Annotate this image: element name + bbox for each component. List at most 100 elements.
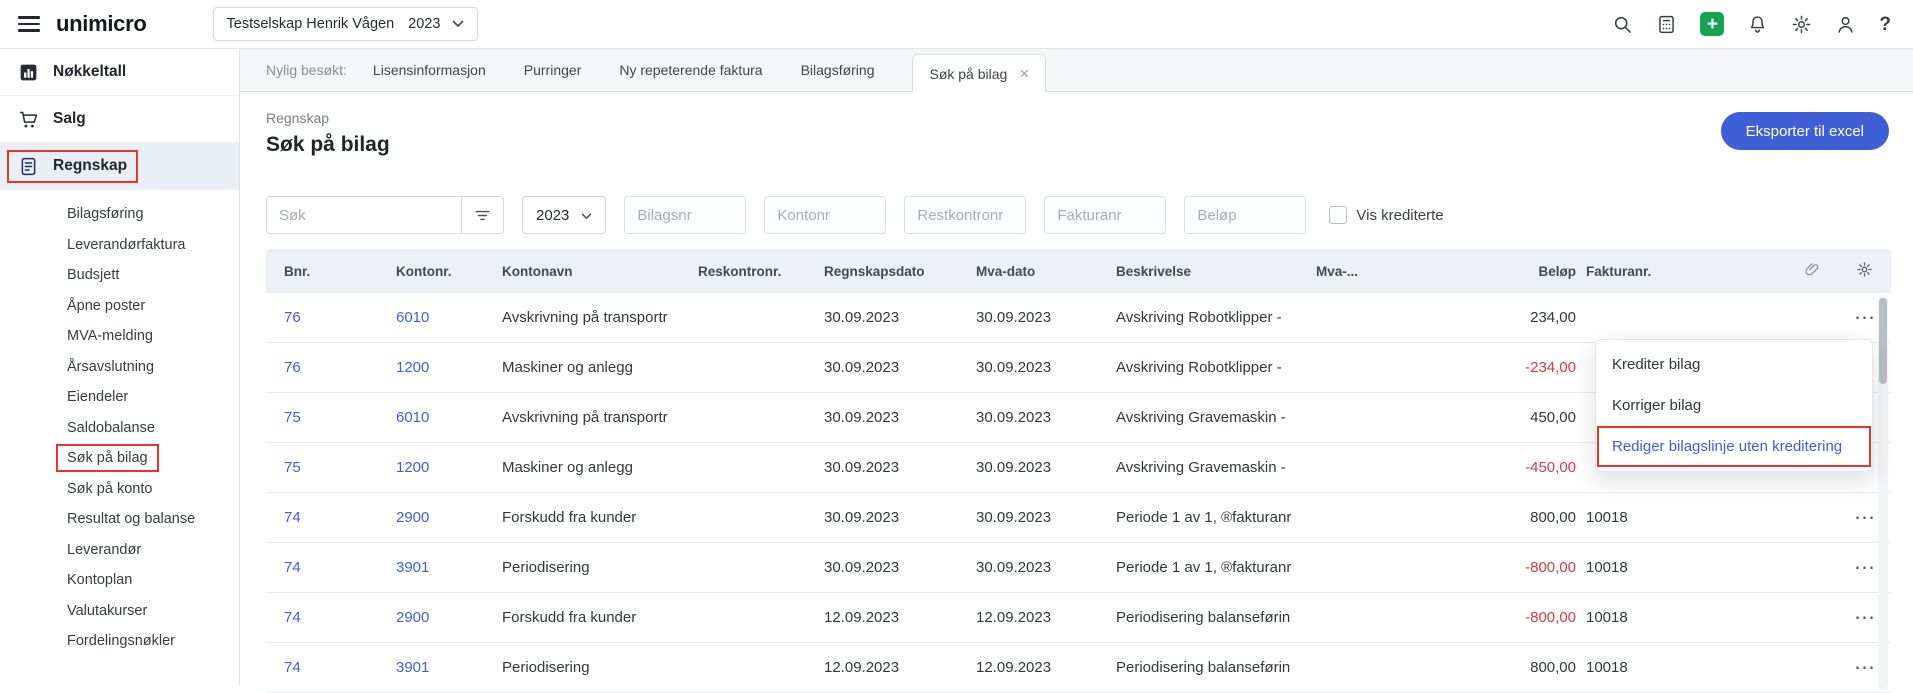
filter-input-restkontronr[interactable] (904, 196, 1027, 234)
year-select[interactable]: 2023 (522, 196, 607, 234)
filter-input-fakturanr[interactable] (1044, 196, 1167, 234)
show-credited-checkbox[interactable]: Vis krediterte (1329, 206, 1444, 224)
cell-kontonr[interactable]: 3901 (396, 659, 502, 676)
sidebar-subitem-søk-på-konto[interactable]: Søk på konto (0, 474, 239, 505)
paperclip-icon (1804, 261, 1821, 281)
cell-beskrivelse: Periode 1 av 1, ®fakturanr (1116, 559, 1292, 576)
cell-belop: 234,00 (1530, 309, 1576, 326)
row-menu-button[interactable]: ⋯ (1854, 557, 1875, 578)
context-menu-item-korriger-bilag[interactable]: Korriger bilag (1596, 385, 1872, 426)
column-header-beløp[interactable]: Beløp (1416, 264, 1586, 279)
search-input[interactable] (267, 197, 461, 233)
column-header-fakturanr[interactable]: Fakturanr. (1586, 264, 1796, 279)
checkbox-box[interactable] (1329, 206, 1348, 224)
tab-bilagsføring[interactable]: Bilagsføring (801, 62, 875, 78)
hamburger-menu-icon[interactable] (18, 16, 40, 32)
cell-bnr[interactable]: 76 (266, 359, 396, 376)
cell-mva-dato: 30.09.2023 (976, 509, 1052, 526)
quick-add-icon[interactable]: + (1700, 12, 1725, 36)
cell-regnskapsdato: 12.09.2023 (824, 659, 900, 676)
ledger-icon (18, 156, 39, 177)
cell-kontonr[interactable]: 6010 (396, 309, 502, 326)
filter-input-kontonr[interactable] (764, 196, 887, 234)
row-menu-button[interactable]: ⋯ (1854, 607, 1875, 628)
settings-gear-icon[interactable] (1791, 14, 1812, 35)
cell-bnr[interactable]: 74 (266, 509, 396, 526)
sidebar-subitem-leverandør[interactable]: Leverandør (0, 535, 239, 566)
filter-input-beløp[interactable] (1184, 196, 1307, 234)
sidebar-subitem-budsjett[interactable]: Budsjett (0, 260, 239, 291)
sidebar-subitem-søk-på-bilag[interactable]: Søk på bilag (0, 443, 239, 474)
context-menu-item-rediger-bilagslinje-uten-kreditering[interactable]: Rediger bilagslinje uten kreditering (1596, 426, 1872, 467)
user-profile-icon[interactable] (1835, 14, 1856, 35)
sidebar-subitem-bilagsføring[interactable]: Bilagsføring (0, 199, 239, 230)
help-icon[interactable]: ? (1879, 15, 1891, 34)
cell-kontonavn: Avskrivning på transportr (502, 409, 668, 426)
cell-bnr[interactable]: 74 (266, 559, 396, 576)
sidebar-subitem-mva-melding[interactable]: MVA-melding (0, 321, 239, 352)
cell-bnr[interactable]: 75 (266, 459, 396, 476)
sidebar-sublist: Bilagsføring Leverandørfaktura Budsjett Åpn… (0, 190, 239, 657)
sidebar-subitem-kontoplan[interactable]: Kontoplan (0, 565, 239, 596)
sidebar-subitem-leverandørfaktura[interactable]: Leverandørfaktura (0, 230, 239, 261)
breadcrumb[interactable]: Regnskap (266, 110, 1889, 126)
cell-kontonr[interactable]: 1200 (396, 459, 502, 476)
column-header-bnr[interactable]: Bnr. (266, 264, 396, 279)
search-icon[interactable] (1612, 14, 1633, 35)
cell-mva-dato: 30.09.2023 (976, 459, 1052, 476)
sidebar-subitem-fordelingsnøkler[interactable]: Fordelingsnøkler (0, 626, 239, 657)
column-header-mva-dato[interactable]: Mva-dato (976, 264, 1116, 279)
notifications-bell-icon[interactable] (1747, 14, 1768, 35)
row-menu-button[interactable]: ⋯ (1854, 657, 1875, 678)
column-header-reskontronr[interactable]: Reskontronr. (698, 264, 824, 279)
cell-bnr[interactable]: 74 (266, 609, 396, 626)
cell-kontonr[interactable]: 1200 (396, 359, 502, 376)
tab-purringer[interactable]: Purringer (524, 62, 582, 78)
cell-fakturanr: 10018 (1586, 509, 1628, 526)
export-to-excel-button[interactable]: Eksporter til excel (1720, 112, 1889, 150)
calculator-icon[interactable] (1656, 14, 1677, 35)
row-menu-button[interactable]: ⋯ (1854, 307, 1875, 328)
sidebar-item-regnskap[interactable]: Regnskap (0, 143, 239, 190)
context-menu-item-krediter-bilag[interactable]: Krediter bilag (1596, 344, 1872, 385)
sidebar-subitem-resultat-og-balanse[interactable]: Resultat og balanse (0, 504, 239, 535)
column-header-mva[interactable]: Mva-... (1316, 264, 1416, 279)
cell-belop: -800,00 (1525, 609, 1576, 626)
cell-kontonavn: Periodisering (502, 659, 590, 676)
scrollbar-thumb[interactable] (1879, 298, 1887, 384)
cell-kontonr[interactable]: 3901 (396, 559, 502, 576)
row-menu-button[interactable]: ⋯ (1854, 507, 1875, 528)
sidebar: Nøkkeltall Salg Regnskap Bilagsføring Lever… (0, 49, 240, 686)
company-selector[interactable]: Testselskap Henrik Vågen 2023 (212, 7, 479, 41)
cell-bnr[interactable]: 75 (266, 409, 396, 426)
column-header-kontonr[interactable]: Kontonr. (396, 264, 502, 279)
column-header-regnskapsdato[interactable]: Regnskapsdato (824, 264, 976, 279)
sidebar-subitem-eiendeler[interactable]: Eiendeler (0, 382, 239, 413)
sidebar-item-nøkkeltall[interactable]: Nøkkeltall (0, 49, 239, 96)
tab-close-icon[interactable]: × (1019, 65, 1029, 82)
filter-icon[interactable] (461, 197, 503, 233)
column-settings-gear-icon[interactable] (1856, 261, 1873, 281)
column-header-beskrivelse[interactable]: Beskrivelse (1116, 264, 1316, 279)
cell-kontonr[interactable]: 6010 (396, 409, 502, 426)
nav-item-group: Nøkkeltall (18, 62, 126, 83)
sidebar-subitem-label: MVA-melding (67, 328, 153, 345)
filter-input-bilagsnr[interactable] (624, 196, 747, 234)
sidebar-subitem-årsavslutning[interactable]: Årsavslutning (0, 352, 239, 383)
table-scrollbar[interactable] (1878, 295, 1888, 690)
bar-chart-icon (18, 62, 39, 83)
cell-kontonr[interactable]: 2900 (396, 509, 502, 526)
sidebar-subitem-saldobalanse[interactable]: Saldobalanse (0, 413, 239, 444)
tab-lisensinformasjon[interactable]: Lisensinformasjon (373, 62, 486, 78)
sidebar-item-salg[interactable]: Salg (0, 96, 239, 143)
cell-kontonr[interactable]: 2900 (396, 609, 502, 626)
sidebar-subitem-label: Fordelingsnøkler (67, 633, 175, 650)
column-header-kontonavn[interactable]: Kontonavn (502, 264, 698, 279)
tab-ny-repeterende-faktura[interactable]: Ny repeterende faktura (619, 62, 762, 78)
cell-bnr[interactable]: 74 (266, 659, 396, 676)
sidebar-subitem-valutakurser[interactable]: Valutakurser (0, 596, 239, 627)
cell-bnr[interactable]: 76 (266, 309, 396, 326)
tab-label: Purringer (523, 62, 582, 78)
sidebar-subitem-åpne-poster[interactable]: Åpne poster (0, 291, 239, 322)
tab-søk-på-bilag[interactable]: Søk på bilag × (912, 54, 1047, 92)
